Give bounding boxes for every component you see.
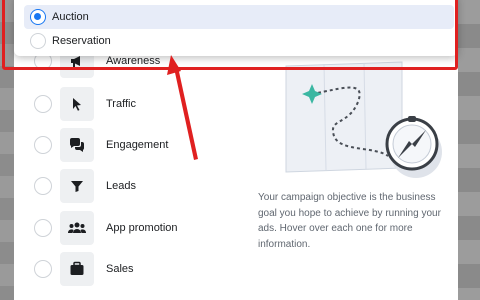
- annotation-arrow-icon: [167, 55, 198, 160]
